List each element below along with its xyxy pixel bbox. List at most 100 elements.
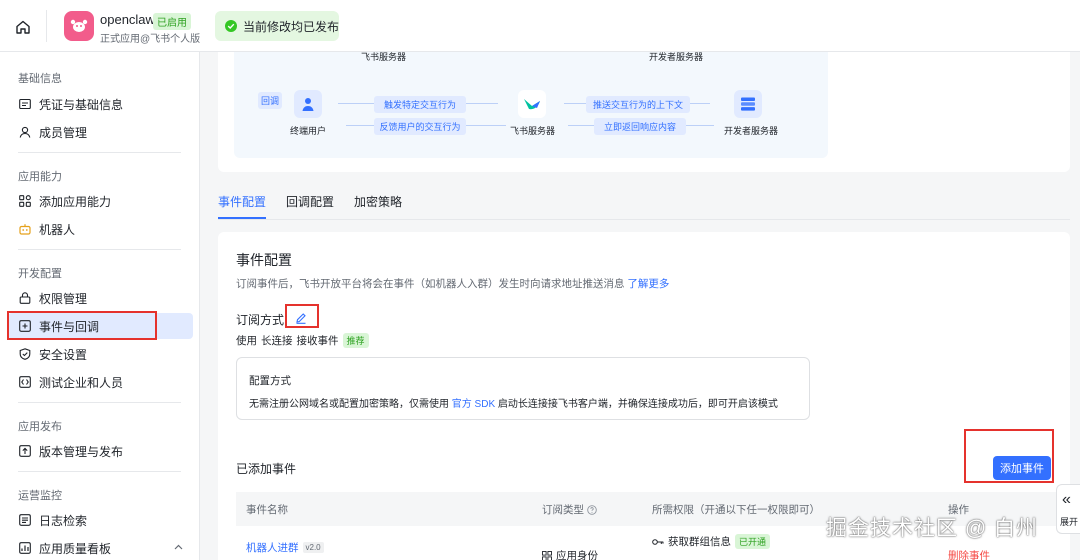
credential-icon: [18, 98, 31, 111]
subscribe-mode-line: 使用 长连接 接收事件 推荐: [236, 333, 369, 348]
sidebar-item-logs[interactable]: 日志检索: [8, 507, 193, 533]
pill-push: 推送交互行为的上下文: [586, 96, 690, 113]
dashboard-icon: [18, 542, 31, 555]
sidebar-item-permissions[interactable]: 权限管理: [8, 285, 193, 311]
permission-text: 获取群组信息: [668, 536, 731, 548]
upload-icon: [18, 445, 31, 458]
flow-feishu-server: 飞书服务器: [510, 126, 556, 136]
robot-icon: [18, 223, 31, 236]
sidebar-item-label: 测试企业和人员: [39, 375, 124, 390]
flow-end-user: 终端用户: [290, 126, 327, 136]
sidebar-item-credentials[interactable]: 凭证与基础信息: [8, 91, 193, 117]
sidebar-item-versions[interactable]: 版本管理与发布: [8, 438, 193, 464]
section-title-capability: 应用能力: [18, 171, 62, 183]
section-title-release: 应用发布: [18, 421, 62, 433]
sidebar-item-members[interactable]: 成员管理: [8, 119, 193, 145]
official-sdk-link[interactable]: 官方 SDK: [452, 399, 495, 410]
col-subscription-type: 订阅类型: [542, 502, 597, 517]
divider: [18, 402, 181, 403]
subscription-type-cell: 应用身份: [542, 548, 598, 560]
recommend-badge: 推荐: [342, 333, 369, 348]
main-content: 飞书服务器 开发者服务器 回调 终端用户 触发特定交互行为 反馈用户的交互行为 …: [200, 52, 1080, 560]
sidebar-item-label: 成员管理: [39, 125, 88, 140]
config-desc-2: 启动长连接接飞书客户端，并确保连接成功后，即可开启该模式: [497, 399, 778, 410]
tab-encryption[interactable]: 加密策略: [354, 190, 402, 220]
user-icon: [18, 126, 31, 139]
highlight-box: [964, 429, 1054, 483]
success-check-icon: [225, 20, 237, 32]
event-name-cell: 机器人进群 v2.0: [246, 540, 324, 555]
top-bar: openclaw 已启用 正式应用@飞书个人版 当前修改均已发布: [0, 0, 1080, 52]
sidebar-item-label: 凭证与基础信息: [39, 97, 124, 112]
toast-text: 当前修改均已发布: [243, 19, 340, 34]
divider: [18, 471, 181, 472]
crab-icon: [70, 19, 88, 32]
sidebar-item-label: 安全设置: [39, 347, 88, 362]
section-title-monitor: 运营监控: [18, 490, 62, 502]
flow-top-feishu-server: 飞书服务器: [361, 52, 407, 62]
use-mode: 长连接: [261, 335, 293, 347]
sidebar-item-label: 应用质量看板: [39, 541, 112, 556]
config-method-desc: 无需注册公网域名或配置加密策略，仅需使用 官方 SDK 启动长连接接飞书客户端，…: [249, 395, 778, 410]
delete-event-button[interactable]: 删除事件: [948, 548, 990, 560]
pill-feedback: 反馈用户的交互行为: [374, 118, 466, 135]
config-method-title: 配置方式: [249, 375, 291, 387]
permission-status-badge: 已开通: [735, 534, 771, 549]
home-icon: [16, 20, 30, 34]
tab-divider: [218, 219, 1070, 220]
config-method-box: 配置方式 无需注册公网域名或配置加密策略，仅需使用 官方 SDK 启动长连接接飞…: [236, 357, 810, 420]
sidebar-item-label: 添加应用能力: [39, 194, 112, 209]
lock-icon: [18, 292, 31, 305]
subscribe-label: 订阅方式: [236, 313, 285, 327]
double-chevron-left-icon: «: [1062, 491, 1071, 508]
expand-panel-button[interactable]: « 展开: [1056, 484, 1080, 534]
section-title-basic: 基础信息: [18, 73, 62, 85]
app-subtitle: 正式应用@飞书个人版: [100, 34, 201, 45]
config-desc-1: 无需注册公网域名或配置加密策略，仅需使用: [249, 399, 449, 410]
divider: [18, 249, 181, 250]
app-grid-icon: [542, 550, 552, 560]
event-name-link[interactable]: 机器人进群: [246, 540, 299, 555]
sidebar-item-robot[interactable]: 机器人: [8, 216, 193, 242]
chevron-up-icon[interactable]: [174, 544, 183, 550]
use-suffix: 接收事件: [296, 335, 339, 347]
tab-callback-config[interactable]: 回调配置: [286, 190, 334, 220]
flow-top-dev-server: 开发者服务器: [649, 52, 704, 62]
event-config-title: 事件配置: [236, 252, 292, 268]
learn-more-link[interactable]: 了解更多: [627, 278, 669, 290]
publish-toast: 当前修改均已发布: [215, 11, 339, 41]
log-icon: [18, 514, 31, 527]
added-events-title: 已添加事件: [236, 462, 297, 476]
flow-dev-server: 开发者服务器: [724, 126, 779, 136]
sidebar-item-label: 日志检索: [39, 513, 88, 528]
home-button[interactable]: [10, 14, 36, 40]
sidebar-item-label: 版本管理与发布: [39, 444, 124, 459]
feishu-logo-icon: [518, 90, 546, 118]
sidebar-item-test-org[interactable]: 测试企业和人员: [8, 369, 193, 395]
help-icon[interactable]: [587, 504, 597, 515]
col-event-name: 事件名称: [246, 504, 288, 516]
subscription-type-text: 应用身份: [556, 550, 598, 560]
flow-diagram: 飞书服务器 开发者服务器 回调 终端用户 触发特定交互行为 反馈用户的交互行为 …: [234, 52, 828, 158]
highlight-box: [285, 304, 319, 328]
sidebar-item-label: 机器人: [39, 222, 76, 237]
col-label: 订阅类型: [542, 504, 584, 516]
pill-return: 立即返回响应内容: [594, 118, 686, 135]
callback-tag: 回调: [258, 92, 282, 109]
tab-event-config[interactable]: 事件配置: [218, 190, 267, 220]
sidebar-item-add-capability[interactable]: 添加应用能力: [8, 188, 193, 214]
sidebar-item-security[interactable]: 安全设置: [8, 341, 193, 367]
use-prefix: 使用: [236, 335, 257, 347]
desc-text: 订阅事件后，飞书开放平台将会在事件（如机器人入群）发生时向请求地址推送消息: [236, 278, 625, 290]
app-logo: [64, 11, 94, 41]
key-icon: [652, 538, 664, 545]
version-badge: v2.0: [302, 542, 324, 553]
divider: [46, 10, 47, 42]
sidebar-item-quality-dashboard[interactable]: 应用质量看板: [8, 535, 193, 560]
expand-label: 展开: [1060, 517, 1079, 527]
end-user-icon: [294, 90, 322, 118]
divider: [18, 152, 181, 153]
server-icon: [734, 90, 762, 118]
event-config-card: 事件配置 订阅事件后，飞书开放平台将会在事件（如机器人入群）发生时向请求地址推送…: [218, 232, 1070, 560]
highlight-box: [7, 311, 157, 340]
